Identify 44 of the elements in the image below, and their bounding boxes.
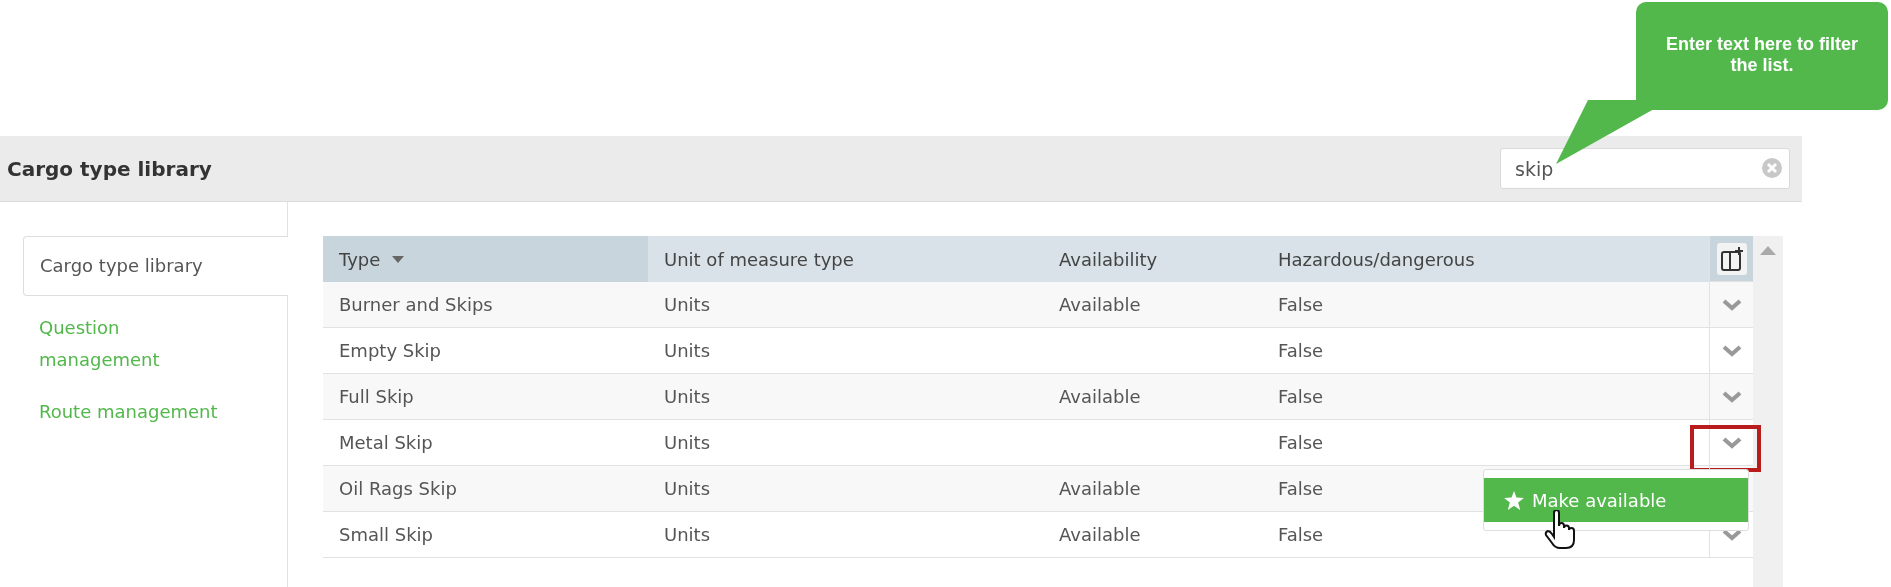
table-cell: Units [664,340,711,361]
table-cell: Empty Skip [339,340,442,361]
table-cell: Units [664,524,711,545]
column-header[interactable]: Availability [1043,236,1262,282]
chevron-down-icon [1721,343,1742,358]
table-cell: Burner and Skips [339,294,493,315]
column-header[interactable]: Type [323,236,648,282]
scroll-up-icon[interactable] [1760,246,1776,255]
sort-caret-icon [392,255,405,263]
column-label: Type [339,248,381,270]
column-label: Availability [1059,248,1158,270]
table-cell: Available [1059,478,1141,499]
table-cell: Units [664,386,711,407]
table-cell: False [1278,294,1324,315]
scrollbar[interactable] [1753,236,1783,587]
table-cell: False [1278,386,1324,407]
table-cell: False [1278,432,1324,453]
star-icon [1504,490,1524,510]
table-cell: Oil Rags Skip [339,478,457,499]
clear-icon[interactable] [1762,158,1782,178]
table-cell: Units [664,478,711,499]
chevron-down-icon [1721,297,1742,312]
tooltip: Enter text here to filter the list. [1636,2,1888,110]
column-label: Hazardous/dangerous [1278,248,1475,270]
table-cell: Full Skip [339,386,414,407]
table-cell: Available [1059,386,1141,407]
column-header[interactable]: Unit of measure type [648,236,1043,282]
table-cell: False [1278,524,1324,545]
search-field[interactable]: skip [1500,148,1790,189]
column-header[interactable]: Hazardous/dangerous [1262,236,1709,282]
column-label: Unit of measure type [664,248,854,270]
table-cell: Available [1059,294,1141,315]
sidebar-item[interactable]: Cargo type library [23,236,288,296]
table-cell: Metal Skip [339,432,433,453]
chevron-down-icon [1721,435,1742,450]
table-cell: Small Skip [339,524,433,545]
table-cell: Available [1059,524,1141,545]
add-column-button[interactable] [1716,242,1747,275]
table-cell: False [1278,340,1324,361]
chevron-down-icon [1721,389,1742,404]
table-cell: False [1278,478,1324,499]
page-title: Cargo type library [7,156,212,181]
table-cell: Units [664,432,711,453]
table-cell: Units [664,294,711,315]
